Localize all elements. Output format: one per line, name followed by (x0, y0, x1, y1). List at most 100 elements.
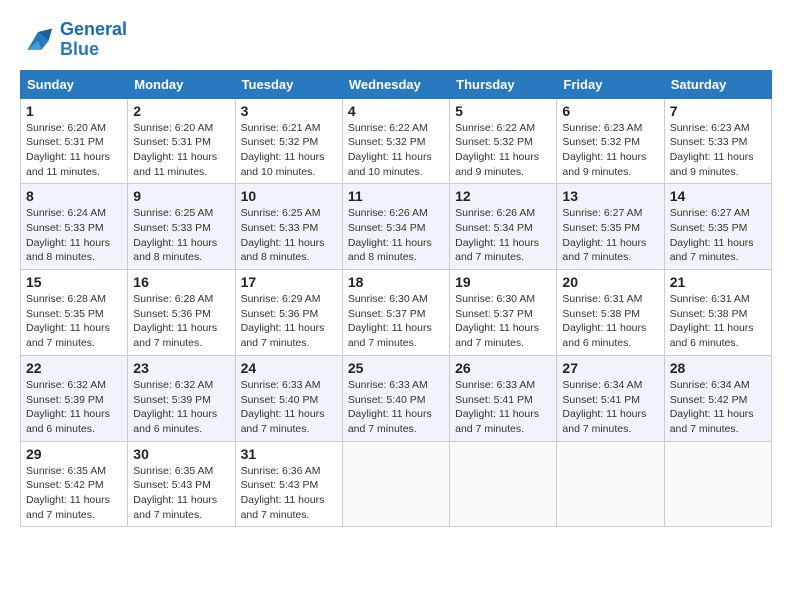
calendar-day-cell: 12Sunrise: 6:26 AM Sunset: 5:34 PM Dayli… (450, 184, 557, 270)
calendar-day-cell: 24Sunrise: 6:33 AM Sunset: 5:40 PM Dayli… (235, 355, 342, 441)
calendar-header-row: SundayMondayTuesdayWednesdayThursdayFrid… (21, 70, 772, 98)
calendar-day-cell: 29 Sunrise: 6:35 AM Sunset: 5:42 PM Dayli… (21, 441, 128, 527)
calendar-day-cell: 19 Sunrise: 6:30 AM Sunset: 5:37 PM Dayli… (450, 270, 557, 356)
day-number: 4 (348, 103, 444, 119)
calendar-header-cell: Wednesday (342, 70, 449, 98)
day-info: Sunrise: 6:22 AM Sunset: 5:32 PM Dayligh… (348, 121, 444, 180)
day-number: 30 (133, 446, 229, 462)
calendar-day-cell: 20Sunrise: 6:31 AM Sunset: 5:38 PM Dayli… (557, 270, 664, 356)
day-number: 1 (26, 103, 122, 119)
calendar-day-cell: 18 Sunrise: 6:30 AM Sunset: 5:37 PM Dayli… (342, 270, 449, 356)
day-info: Sunrise: 6:25 AM Sunset: 5:33 PM Dayligh… (241, 206, 337, 265)
day-info: Sunrise: 6:33 AM Sunset: 5:41 PM Dayligh… (455, 378, 551, 437)
calendar-header-cell: Sunday (21, 70, 128, 98)
calendar-day-cell: 3 Sunrise: 6:21 AM Sunset: 5:32 PM Daylig… (235, 98, 342, 184)
calendar-body: 1 Sunrise: 6:20 AM Sunset: 5:31 PM Daylig… (21, 98, 772, 527)
day-number: 27 (562, 360, 658, 376)
calendar-day-cell: 22 Sunrise: 6:32 AM Sunset: 5:39 PM Dayli… (21, 355, 128, 441)
calendar-week-row: 1 Sunrise: 6:20 AM Sunset: 5:31 PM Daylig… (21, 98, 772, 184)
calendar-day-cell: 23 Sunrise: 6:32 AM Sunset: 5:39 PM Dayli… (128, 355, 235, 441)
calendar-day-cell: 27Sunrise: 6:34 AM Sunset: 5:41 PM Dayli… (557, 355, 664, 441)
day-info: Sunrise: 6:20 AM Sunset: 5:31 PM Dayligh… (26, 121, 122, 180)
day-number: 28 (670, 360, 766, 376)
calendar-day-cell (664, 441, 771, 527)
day-info: Sunrise: 6:33 AM Sunset: 5:40 PM Dayligh… (241, 378, 337, 437)
day-info: Sunrise: 6:27 AM Sunset: 5:35 PM Dayligh… (562, 206, 658, 265)
calendar-header-cell: Saturday (664, 70, 771, 98)
day-number: 16 (133, 274, 229, 290)
day-info: Sunrise: 6:23 AM Sunset: 5:33 PM Dayligh… (670, 121, 766, 180)
calendar-day-cell: 5 Sunrise: 6:22 AM Sunset: 5:32 PM Daylig… (450, 98, 557, 184)
logo-text: General Blue (60, 20, 127, 60)
day-info: Sunrise: 6:23 AM Sunset: 5:32 PM Dayligh… (562, 121, 658, 180)
day-info: Sunrise: 6:24 AM Sunset: 5:33 PM Dayligh… (26, 206, 122, 265)
calendar-day-cell: 8 Sunrise: 6:24 AM Sunset: 5:33 PM Daylig… (21, 184, 128, 270)
day-number: 25 (348, 360, 444, 376)
calendar-day-cell (450, 441, 557, 527)
day-info: Sunrise: 6:32 AM Sunset: 5:39 PM Dayligh… (133, 378, 229, 437)
day-info: Sunrise: 6:30 AM Sunset: 5:37 PM Dayligh… (348, 292, 444, 351)
day-number: 11 (348, 188, 444, 204)
calendar-day-cell: 16Sunrise: 6:28 AM Sunset: 5:36 PM Dayli… (128, 270, 235, 356)
day-info: Sunrise: 6:21 AM Sunset: 5:32 PM Dayligh… (241, 121, 337, 180)
calendar-day-cell: 13 Sunrise: 6:27 AM Sunset: 5:35 PM Dayli… (557, 184, 664, 270)
calendar-header-cell: Monday (128, 70, 235, 98)
day-number: 8 (26, 188, 122, 204)
calendar-day-cell: 26 Sunrise: 6:33 AM Sunset: 5:41 PM Dayli… (450, 355, 557, 441)
day-number: 6 (562, 103, 658, 119)
calendar-day-cell: 6 Sunrise: 6:23 AM Sunset: 5:32 PM Daylig… (557, 98, 664, 184)
calendar-day-cell: 2 Sunrise: 6:20 AM Sunset: 5:31 PM Daylig… (128, 98, 235, 184)
day-number: 13 (562, 188, 658, 204)
day-number: 23 (133, 360, 229, 376)
day-info: Sunrise: 6:36 AM Sunset: 5:43 PM Dayligh… (241, 464, 337, 523)
day-info: Sunrise: 6:25 AM Sunset: 5:33 PM Dayligh… (133, 206, 229, 265)
day-number: 26 (455, 360, 551, 376)
day-info: Sunrise: 6:22 AM Sunset: 5:32 PM Dayligh… (455, 121, 551, 180)
day-number: 2 (133, 103, 229, 119)
calendar-day-cell: 10 Sunrise: 6:25 AM Sunset: 5:33 PM Dayli… (235, 184, 342, 270)
logo: General Blue (20, 20, 127, 60)
calendar-day-cell: 1 Sunrise: 6:20 AM Sunset: 5:31 PM Daylig… (21, 98, 128, 184)
day-number: 18 (348, 274, 444, 290)
day-info: Sunrise: 6:27 AM Sunset: 5:35 PM Dayligh… (670, 206, 766, 265)
calendar-day-cell: 15Sunrise: 6:28 AM Sunset: 5:35 PM Dayli… (21, 270, 128, 356)
calendar-table: SundayMondayTuesdayWednesdayThursdayFrid… (20, 70, 772, 528)
day-info: Sunrise: 6:20 AM Sunset: 5:31 PM Dayligh… (133, 121, 229, 180)
page-header: General Blue (20, 20, 772, 60)
day-number: 22 (26, 360, 122, 376)
calendar-day-cell: 31 Sunrise: 6:36 AM Sunset: 5:43 PM Dayli… (235, 441, 342, 527)
day-info: Sunrise: 6:35 AM Sunset: 5:42 PM Dayligh… (26, 464, 122, 523)
day-number: 17 (241, 274, 337, 290)
logo-icon (20, 25, 56, 55)
calendar-week-row: 22 Sunrise: 6:32 AM Sunset: 5:39 PM Dayli… (21, 355, 772, 441)
calendar-day-cell: 4 Sunrise: 6:22 AM Sunset: 5:32 PM Daylig… (342, 98, 449, 184)
day-info: Sunrise: 6:33 AM Sunset: 5:40 PM Dayligh… (348, 378, 444, 437)
day-number: 3 (241, 103, 337, 119)
calendar-header-cell: Friday (557, 70, 664, 98)
day-info: Sunrise: 6:26 AM Sunset: 5:34 PM Dayligh… (348, 206, 444, 265)
calendar-day-cell: 14 Sunrise: 6:27 AM Sunset: 5:35 PM Dayli… (664, 184, 771, 270)
calendar-day-cell: 21Sunrise: 6:31 AM Sunset: 5:38 PM Dayli… (664, 270, 771, 356)
calendar-header-cell: Tuesday (235, 70, 342, 98)
day-number: 14 (670, 188, 766, 204)
day-info: Sunrise: 6:28 AM Sunset: 5:35 PM Dayligh… (26, 292, 122, 351)
calendar-day-cell: 11 Sunrise: 6:26 AM Sunset: 5:34 PM Dayli… (342, 184, 449, 270)
day-number: 12 (455, 188, 551, 204)
calendar-day-cell: 28 Sunrise: 6:34 AM Sunset: 5:42 PM Dayli… (664, 355, 771, 441)
day-info: Sunrise: 6:31 AM Sunset: 5:38 PM Dayligh… (562, 292, 658, 351)
calendar-header-cell: Thursday (450, 70, 557, 98)
calendar-week-row: 29 Sunrise: 6:35 AM Sunset: 5:42 PM Dayli… (21, 441, 772, 527)
day-info: Sunrise: 6:34 AM Sunset: 5:42 PM Dayligh… (670, 378, 766, 437)
day-info: Sunrise: 6:31 AM Sunset: 5:38 PM Dayligh… (670, 292, 766, 351)
calendar-day-cell: 30 Sunrise: 6:35 AM Sunset: 5:43 PM Dayli… (128, 441, 235, 527)
day-info: Sunrise: 6:32 AM Sunset: 5:39 PM Dayligh… (26, 378, 122, 437)
day-number: 5 (455, 103, 551, 119)
day-number: 10 (241, 188, 337, 204)
day-info: Sunrise: 6:30 AM Sunset: 5:37 PM Dayligh… (455, 292, 551, 351)
day-number: 19 (455, 274, 551, 290)
day-number: 29 (26, 446, 122, 462)
day-info: Sunrise: 6:35 AM Sunset: 5:43 PM Dayligh… (133, 464, 229, 523)
day-number: 31 (241, 446, 337, 462)
calendar-day-cell: 7Sunrise: 6:23 AM Sunset: 5:33 PM Daylig… (664, 98, 771, 184)
calendar-week-row: 15Sunrise: 6:28 AM Sunset: 5:35 PM Dayli… (21, 270, 772, 356)
